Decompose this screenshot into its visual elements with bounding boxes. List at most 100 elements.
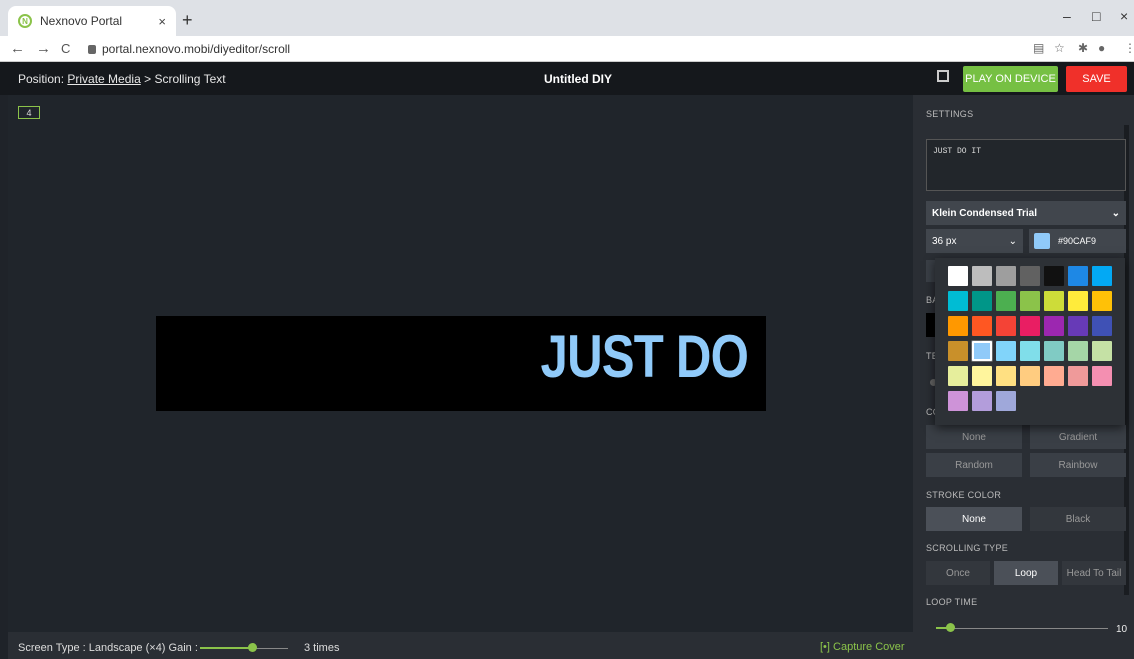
color-swatch[interactable] [948, 266, 968, 286]
stroke-none-option[interactable]: None [926, 507, 1022, 531]
color-palette-popup [935, 258, 1125, 425]
screen-type-label: Screen Type : Landscape (×4) Gain : [18, 642, 198, 654]
color-swatch[interactable] [972, 391, 992, 411]
save-button[interactable]: SAVE [1066, 66, 1127, 92]
color-swatch[interactable] [972, 291, 992, 311]
color-swatch[interactable] [1020, 341, 1040, 361]
editor-header: Position: Private Media > Scrolling Text… [0, 62, 1134, 95]
color-swatch[interactable] [1068, 341, 1088, 361]
color-swatch[interactable] [1044, 316, 1064, 336]
bookmark-star-icon[interactable]: ☆ [1054, 41, 1065, 55]
browser-tab-bar: N Nexnovo Portal × + – □ × [0, 0, 1134, 36]
chevron-down-icon: ⌄ [1111, 207, 1120, 219]
color-swatch[interactable] [1092, 266, 1112, 286]
browser-tab[interactable]: N Nexnovo Portal × [8, 6, 176, 36]
font-size-value: 36 px [932, 235, 957, 247]
color-swatch[interactable] [948, 391, 968, 411]
color-swatch[interactable] [996, 366, 1016, 386]
gain-value: 3 times [304, 642, 340, 654]
extensions-icon[interactable]: ✱ [1078, 41, 1088, 55]
play-on-device-button[interactable]: PLAY ON DEVICE [963, 66, 1058, 92]
color-swatch[interactable] [1044, 341, 1064, 361]
color-swatch[interactable] [1092, 291, 1112, 311]
color-swatch[interactable] [996, 316, 1016, 336]
stroke-black-option[interactable]: Black [1030, 507, 1126, 531]
browser-menu-icon[interactable]: ⋮ [1124, 41, 1134, 55]
color-swatch[interactable] [996, 291, 1016, 311]
scroll-once-option[interactable]: Once [926, 561, 990, 585]
tab-close-icon[interactable]: × [158, 14, 166, 29]
color-swatch[interactable] [996, 266, 1016, 286]
close-window-icon[interactable]: × [1120, 8, 1128, 24]
color-swatch[interactable] [948, 366, 968, 386]
translate-icon[interactable]: ▤ [1033, 41, 1044, 55]
breadcrumb-current: Scrolling Text [154, 72, 226, 86]
reload-icon[interactable]: C [61, 41, 70, 56]
loop-time-slider-track[interactable] [936, 628, 1108, 629]
editor-canvas: 4 JUST DO [8, 95, 913, 632]
color-swatch[interactable] [1020, 366, 1040, 386]
color-swatch[interactable] [948, 341, 968, 361]
color-swatch[interactable] [996, 341, 1016, 361]
loop-time-value: 10 [1116, 624, 1128, 635]
color-swatch[interactable] [1092, 366, 1112, 386]
color-swatch[interactable] [1068, 266, 1088, 286]
color-swatch[interactable] [1068, 291, 1088, 311]
text-content-input[interactable]: JUST DO IT [926, 139, 1126, 191]
color-mode-none[interactable]: None [926, 425, 1022, 449]
capture-cover-button[interactable]: [•] Capture Cover [820, 641, 905, 653]
breadcrumb-label: Position: [18, 72, 65, 86]
font-select-value: Klein Condensed Trial [932, 207, 1038, 219]
bottom-bar: Screen Type : Landscape (×4) Gain : 3 ti… [8, 632, 913, 659]
color-swatch[interactable] [1092, 341, 1112, 361]
address-bar: ← → C portal.nexnovo.mobi/diyeditor/scro… [0, 36, 1134, 62]
color-swatch[interactable] [948, 316, 968, 336]
color-swatch[interactable] [1020, 291, 1040, 311]
url-field[interactable]: portal.nexnovo.mobi/diyeditor/scroll [88, 42, 290, 56]
color-swatch[interactable] [972, 266, 992, 286]
profile-avatar-icon[interactable]: ● [1098, 41, 1105, 55]
fullscreen-icon[interactable] [937, 70, 949, 82]
text-color-hex: #90CAF9 [1058, 236, 1097, 246]
chevron-down-icon: ⌄ [1008, 235, 1017, 247]
color-swatch[interactable] [972, 316, 992, 336]
color-swatch-grid [948, 266, 1125, 411]
color-swatch[interactable] [972, 341, 992, 361]
capture-icon: [•] [820, 641, 830, 653]
forward-icon[interactable]: → [36, 40, 51, 57]
color-swatch[interactable] [996, 391, 1016, 411]
minimize-icon[interactable]: – [1063, 8, 1071, 24]
color-mode-gradient[interactable]: Gradient [1030, 425, 1126, 449]
color-swatch[interactable] [972, 366, 992, 386]
font-select[interactable]: Klein Condensed Trial ⌄ [926, 201, 1126, 225]
capture-label: Capture Cover [833, 641, 905, 653]
color-swatch[interactable] [1044, 266, 1064, 286]
color-swatch[interactable] [1068, 366, 1088, 386]
color-mode-random[interactable]: Random [926, 453, 1022, 477]
gain-slider-handle[interactable] [248, 643, 257, 652]
color-swatch[interactable] [1044, 366, 1064, 386]
settings-title: SETTINGS [926, 109, 974, 119]
lock-icon [88, 45, 96, 54]
font-size-select[interactable]: 36 px ⌄ [926, 229, 1023, 253]
scroll-head-to-tail-option[interactable]: Head To Tail [1062, 561, 1126, 585]
color-swatch[interactable] [948, 291, 968, 311]
preview-text: JUST DO [540, 323, 749, 390]
scroll-loop-option[interactable]: Loop [994, 561, 1058, 585]
back-icon[interactable]: ← [10, 40, 25, 57]
loop-time-slider-handle[interactable] [946, 623, 955, 632]
color-swatch[interactable] [1020, 316, 1040, 336]
color-swatch[interactable] [1068, 316, 1088, 336]
color-swatch[interactable] [1044, 291, 1064, 311]
color-swatch[interactable] [1092, 316, 1112, 336]
page-count-badge[interactable]: 4 [18, 106, 40, 119]
url-text: portal.nexnovo.mobi/diyeditor/scroll [102, 42, 291, 56]
new-tab-button[interactable]: + [182, 10, 193, 31]
breadcrumb-separator: > [144, 72, 152, 86]
color-mode-rainbow[interactable]: Rainbow [1030, 453, 1126, 477]
breadcrumb-private-media-link[interactable]: Private Media [67, 72, 140, 86]
scrolling-text-preview[interactable]: JUST DO [156, 316, 766, 411]
maximize-icon[interactable]: □ [1092, 8, 1100, 24]
text-color-picker[interactable]: #90CAF9 [1029, 229, 1126, 253]
color-swatch[interactable] [1020, 266, 1040, 286]
